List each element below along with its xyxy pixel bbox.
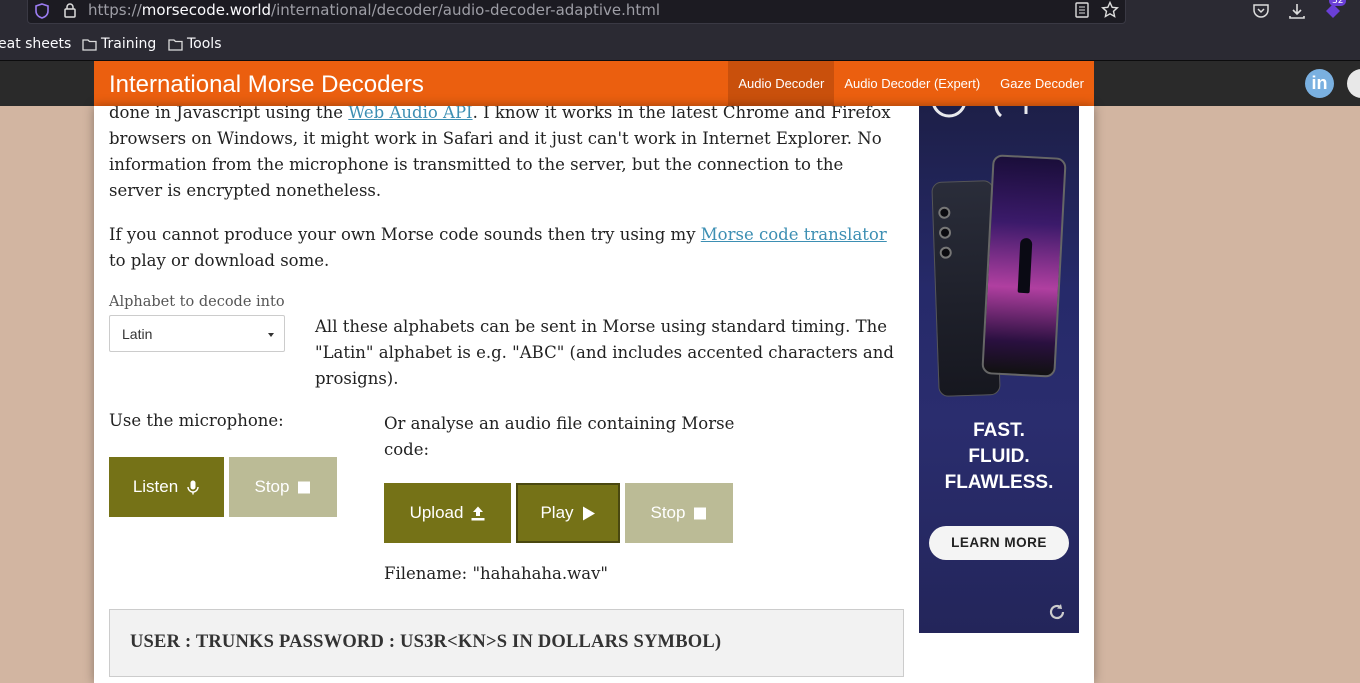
web-audio-api-link[interactable]: Web Audio API bbox=[348, 106, 472, 122]
play-icon bbox=[582, 506, 595, 520]
bookmark-folder-tools[interactable]: Tools bbox=[168, 36, 222, 52]
site-navbar: International Morse Decoders Audio Decod… bbox=[94, 61, 1094, 106]
browser-toolbar: https://morsecode.world/international/de… bbox=[0, 0, 1360, 28]
bookmark-folder-training[interactable]: Training bbox=[82, 36, 156, 52]
extension-badge: 32 bbox=[1329, 0, 1347, 6]
ad-tagline: FAST. FLUID. FLAWLESS. bbox=[944, 420, 1054, 493]
lock-icon[interactable] bbox=[63, 2, 77, 18]
upload-icon bbox=[471, 506, 485, 520]
intro-paragraph: done in Javascript using the Web Audio A… bbox=[109, 106, 899, 204]
stop-icon bbox=[694, 507, 707, 519]
decoded-output: USER : TRUNKS PASSWORD : US3R<KN>S IN DO… bbox=[109, 609, 904, 677]
bookmarks-bar: eat sheets Training Tools bbox=[0, 28, 1360, 61]
listen-button[interactable]: Listen bbox=[109, 457, 224, 517]
chevron-down-icon bbox=[268, 333, 274, 337]
alphabet-description: All these alphabets can be sent in Morse… bbox=[315, 317, 894, 388]
folder-icon bbox=[168, 38, 183, 51]
folder-icon bbox=[82, 38, 97, 51]
ad-phone-front-image bbox=[981, 154, 1067, 378]
morse-translator-link[interactable]: Morse code translator bbox=[701, 225, 887, 244]
bookmark-star-icon[interactable] bbox=[1101, 1, 1119, 19]
translator-paragraph: If you cannot produce your own Morse cod… bbox=[109, 225, 887, 270]
site-title[interactable]: International Morse Decoders bbox=[109, 71, 424, 99]
download-icon[interactable] bbox=[1288, 2, 1306, 20]
alphabet-select[interactable]: Latin bbox=[109, 315, 285, 352]
url-bar[interactable]: https://morsecode.world/international/de… bbox=[27, 0, 1126, 24]
nav-audio-decoder[interactable]: Audio Decoder bbox=[728, 61, 835, 106]
microphone-label: Use the microphone: bbox=[109, 411, 284, 430]
alphabet-label: Alphabet to decode into bbox=[109, 294, 285, 310]
nav-links: Audio Decoder Audio Decoder (Expert) Gaz… bbox=[728, 61, 1094, 106]
filename-text: Filename: "hahahaha.wav" bbox=[384, 564, 609, 583]
mic-stop-button[interactable]: Stop bbox=[229, 457, 337, 517]
ad-logo bbox=[931, 106, 1071, 135]
ad-learn-more-button[interactable]: LEARN MORE bbox=[929, 526, 1069, 560]
shield-icon[interactable] bbox=[35, 3, 49, 19]
microphone-icon bbox=[187, 480, 199, 494]
audio-file-label: Or analyse an audio file containing Mors… bbox=[384, 414, 735, 459]
upload-button[interactable]: Upload bbox=[384, 483, 511, 543]
reader-view-icon[interactable] bbox=[1075, 2, 1089, 18]
linkedin-icon[interactable]: in bbox=[1305, 69, 1334, 98]
decoded-text: USER : TRUNKS PASSWORD : US3R<KN>S IN DO… bbox=[130, 632, 722, 652]
nav-gaze-decoder[interactable]: Gaze Decoder bbox=[990, 61, 1094, 106]
advertisement[interactable]: FAST. FLUID. FLAWLESS. LEARN MORE bbox=[919, 106, 1079, 633]
stop-icon bbox=[298, 481, 311, 493]
url-text[interactable]: https://morsecode.world/international/de… bbox=[88, 1, 660, 19]
content-card: done in Javascript using the Web Audio A… bbox=[94, 106, 1094, 683]
nav-audio-decoder-expert[interactable]: Audio Decoder (Expert) bbox=[834, 61, 990, 106]
refresh-icon[interactable] bbox=[1047, 602, 1067, 622]
bookmark-cheat-sheets[interactable]: eat sheets bbox=[0, 36, 71, 52]
pocket-icon[interactable] bbox=[1252, 2, 1270, 20]
play-button[interactable]: Play bbox=[516, 483, 620, 543]
file-stop-button[interactable]: Stop bbox=[625, 483, 733, 543]
